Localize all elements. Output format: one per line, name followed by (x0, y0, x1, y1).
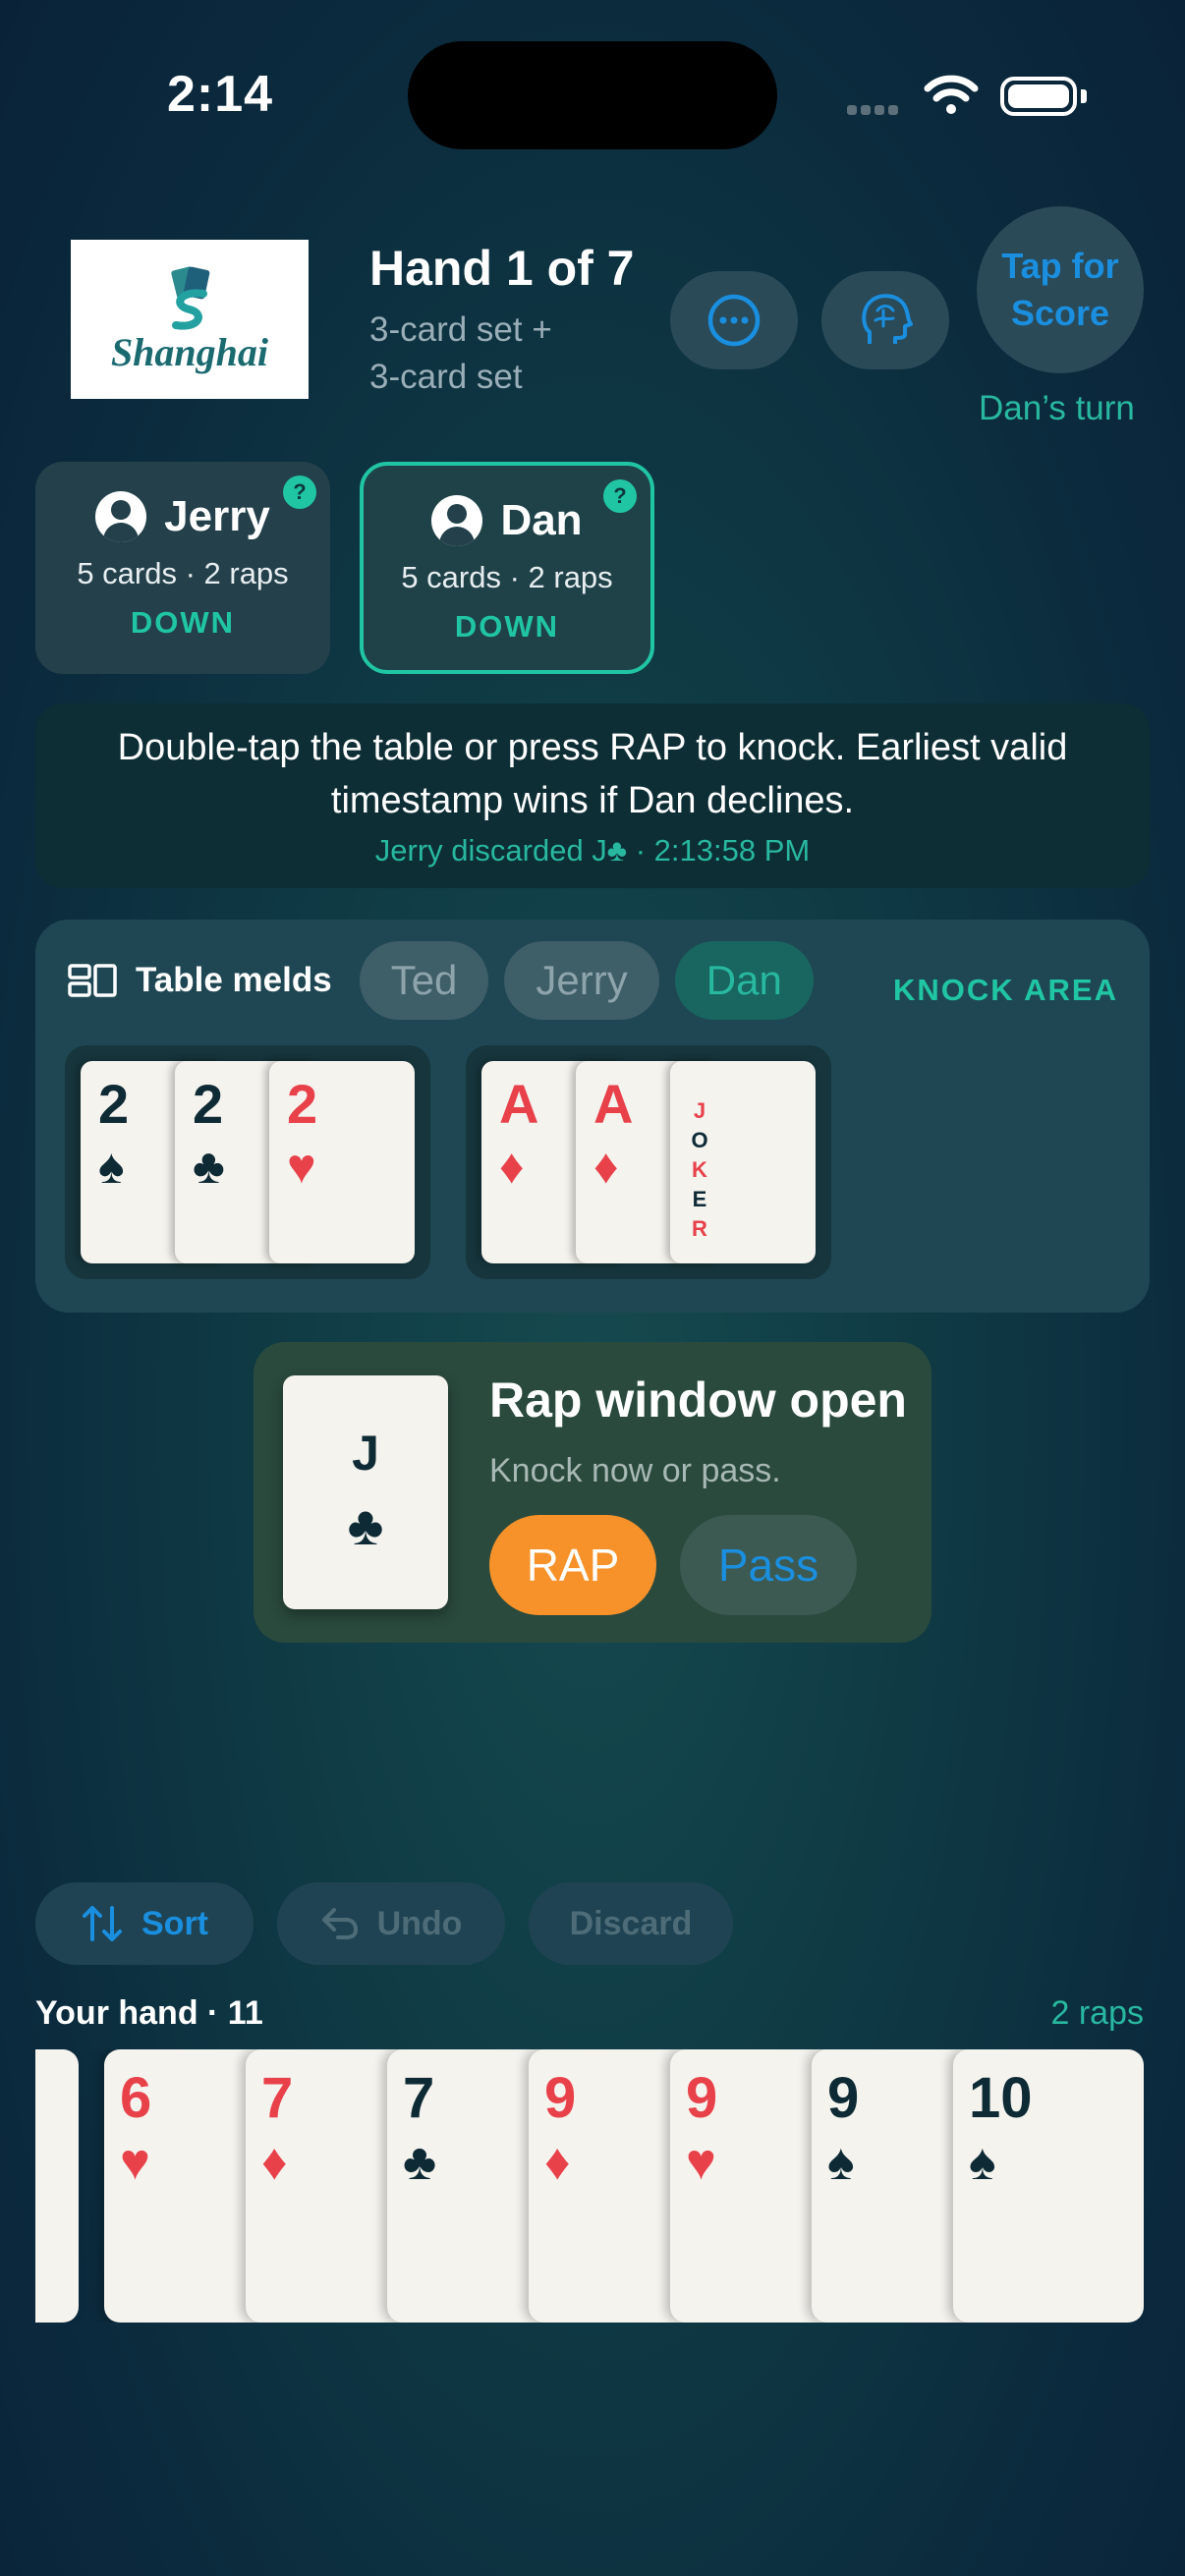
card-suit: ♦ (261, 2134, 288, 2191)
battery-icon (1000, 77, 1077, 116)
turn-indicator: Dan’s turn (979, 389, 1135, 427)
player-name: Jerry (164, 492, 270, 540)
player-status: DOWN (454, 609, 560, 644)
card-suit: ♣ (347, 1494, 384, 1556)
card-rank: 2 (193, 1073, 224, 1135)
card-rank: 2 (287, 1073, 318, 1135)
card-suit: ♦ (544, 2134, 571, 2191)
player-stats: 5 cards · 2 raps (401, 560, 613, 594)
card-suit: ♥ (120, 2134, 150, 2191)
hand-requirement-line-1: 3-card set + (369, 310, 552, 349)
card-suit: ♦ (499, 1139, 525, 1194)
card-suit: ♠ (827, 2134, 855, 2191)
rap-window-title: Rap window open (489, 1372, 907, 1428)
tab-dan[interactable]: Dan (674, 941, 814, 1020)
table-melds-panel[interactable]: Table melds Ted Jerry Dan KNOCK AREA 2 ♠… (35, 920, 1150, 1313)
wifi-icon (924, 75, 979, 121)
dynamic-island (408, 41, 777, 149)
card-rank: A (499, 1073, 539, 1135)
card-suit: ♣ (403, 2134, 437, 2191)
joker-letter: E (692, 1187, 707, 1211)
table-melds-title: Table melds (136, 961, 332, 999)
card-suit: ♠ (969, 2134, 996, 2191)
brain-head-icon (862, 294, 913, 344)
undo-label: Undo (376, 1904, 463, 1942)
meld-group[interactable]: A ♦ A ♦ JOKER (466, 1045, 831, 1279)
card-rank: 9 (686, 2066, 718, 2130)
card-rank: 2 (98, 1073, 130, 1135)
discard-button[interactable]: Discard (529, 1882, 733, 1965)
ai-hint-button[interactable] (821, 271, 949, 369)
joker-letter: R (692, 1216, 707, 1241)
card-rank: 10 (969, 2066, 1033, 2130)
player-card-jerry[interactable]: ? Jerry 5 cards · 2 raps DOWN (35, 462, 330, 674)
ellipsis-circle-icon (707, 294, 761, 347)
tab-ted[interactable]: Ted (359, 941, 489, 1020)
battery-cap (1081, 89, 1087, 103)
avatar-icon (95, 491, 147, 542)
discarded-card: J ♣ (283, 1375, 448, 1609)
playing-card[interactable]: 2 ♥ (269, 1061, 415, 1263)
help-badge[interactable]: ? (283, 476, 316, 509)
joker-letter: J (693, 1098, 706, 1123)
rap-window-panel: J ♣ Rap window open Knock now or pass. R… (254, 1342, 931, 1643)
card-rank: 6 (120, 2066, 152, 2130)
tab-jerry[interactable]: Jerry (504, 941, 659, 1020)
cards-logo-icon (160, 264, 219, 333)
hand-requirement: 3-card set + 3-card set (369, 307, 552, 401)
joker-card[interactable]: JOKER (670, 1061, 816, 1263)
status-time: 2:14 (167, 66, 274, 123)
joker-label: JOKER (688, 1096, 711, 1244)
card-suit: ♥ (686, 2134, 716, 2191)
avatar-icon (431, 495, 483, 546)
help-badge[interactable]: ? (603, 479, 637, 513)
knock-area-label[interactable]: KNOCK AREA (893, 973, 1118, 1008)
sort-button[interactable]: Sort (35, 1882, 254, 1965)
banner-subtext: Jerry discarded J♣ · 2:13:58 PM (374, 833, 811, 868)
meld-group[interactable]: 2 ♠ 2 ♣ 2 ♥ (65, 1045, 430, 1279)
tap-for-score-button[interactable]: Tap for Score (977, 206, 1144, 373)
undo-button[interactable]: Undo (277, 1882, 505, 1965)
card-suit: ♠ (98, 1139, 125, 1194)
card-rank: 9 (544, 2066, 577, 2130)
player-stats: 5 cards · 2 raps (77, 556, 289, 590)
rap-window-subtitle: Knock now or pass. (489, 1452, 781, 1489)
banner-message: Double-tap the table or press RAP to kno… (117, 727, 1068, 821)
more-options-button[interactable] (670, 271, 798, 369)
sort-label: Sort (141, 1904, 208, 1942)
card-suit: ♦ (593, 1139, 619, 1194)
hand-card[interactable]: 10 ♠ (953, 2049, 1144, 2323)
hand-card[interactable] (35, 2049, 79, 2323)
logo-text: Shanghai (110, 329, 269, 374)
undo-arrow-icon (321, 1908, 358, 1939)
hand-title: Hand 1 of 7 (369, 241, 635, 296)
hand-label: Your hand · 11 (35, 1994, 263, 2032)
player-status: DOWN (130, 605, 236, 640)
layout-grid-icon (68, 964, 117, 997)
joker-letter: K (692, 1157, 707, 1182)
cellular-signal-icon (847, 102, 902, 120)
info-banner: Double-tap the table or press RAP to kno… (35, 703, 1150, 888)
joker-letter: O (691, 1128, 708, 1152)
card-rank: 7 (261, 2066, 294, 2130)
card-rank: J (352, 1426, 379, 1481)
pass-button[interactable]: Pass (680, 1515, 857, 1615)
player-name: Dan (500, 496, 583, 544)
player-card-dan[interactable]: ? Dan 5 cards · 2 raps DOWN (360, 462, 654, 674)
card-rank: A (593, 1073, 634, 1135)
rap-button[interactable]: RAP (489, 1515, 656, 1615)
raps-count: 2 raps (1050, 1994, 1145, 2032)
card-suit: ♥ (287, 1139, 316, 1194)
hand-requirement-line-2: 3-card set (369, 358, 523, 396)
player-hand[interactable]: 6 ♥ 7 ♦ 7 ♣ 9 ♦ 9 ♥ 9 ♠ 10 ♠ (35, 2049, 1146, 2323)
shanghai-logo: Shanghai (71, 240, 309, 399)
card-rank: 9 (827, 2066, 860, 2130)
card-rank: 7 (403, 2066, 435, 2130)
card-suit: ♣ (193, 1139, 225, 1194)
sort-arrows-icon (83, 1906, 122, 1941)
